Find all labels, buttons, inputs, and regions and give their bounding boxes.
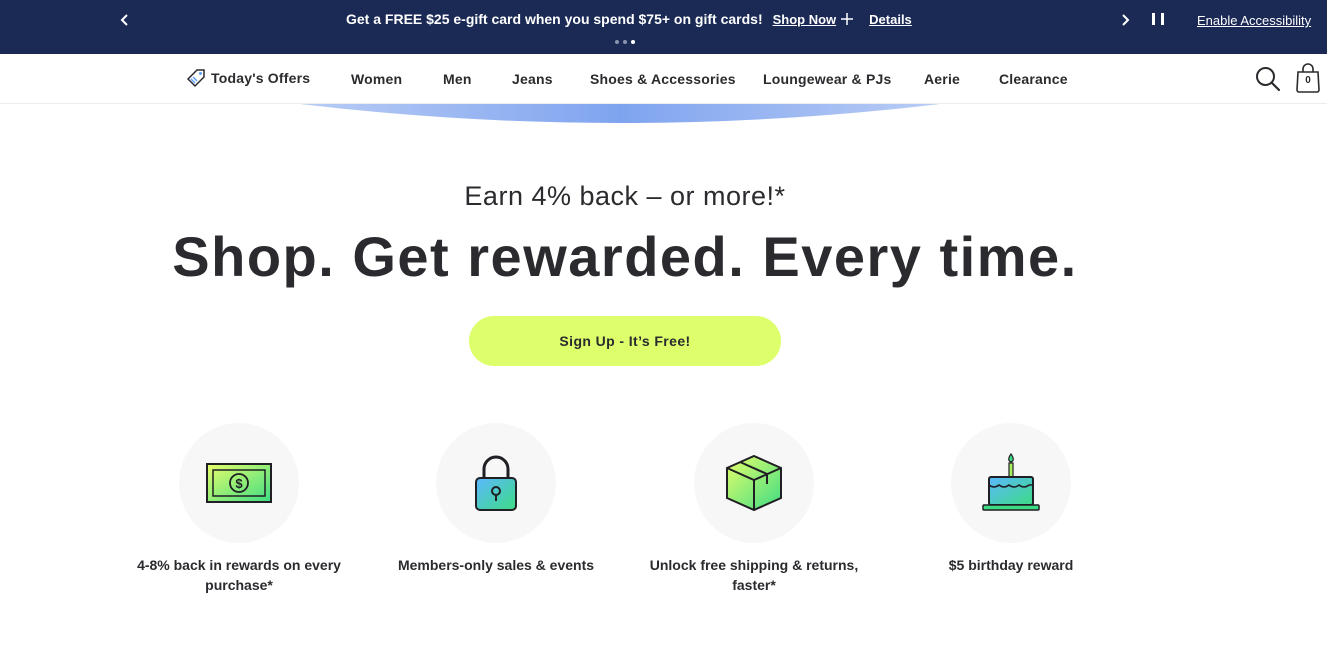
chevron-right-icon bbox=[1122, 14, 1130, 26]
nav-item-men[interactable]: Men bbox=[443, 71, 472, 87]
nav-item-jeans[interactable]: Jeans bbox=[512, 71, 553, 87]
birthday-cake-icon bbox=[982, 452, 1040, 511]
promo-banner: Get a FREE $25 e-gift card when you spen… bbox=[0, 0, 1327, 54]
lock-icon bbox=[475, 455, 517, 511]
shopping-bag-button[interactable]: 0 bbox=[1295, 63, 1321, 93]
benefit-label: 4-8% back in rewards on every purchase* bbox=[137, 557, 341, 593]
shop-now-link[interactable]: Shop Now bbox=[773, 12, 837, 27]
promo-message: Get a FREE $25 e-gift card when you spen… bbox=[346, 11, 763, 27]
benefit-label: Members-only sales & events bbox=[397, 557, 595, 573]
benefit-label: Unlock free shipping & returns, faster* bbox=[649, 557, 859, 593]
benefit-icon-circle bbox=[694, 423, 814, 543]
carousel-dot[interactable] bbox=[623, 40, 627, 44]
cash-icon: $ bbox=[206, 463, 272, 503]
main-nav: Today's Offers Women Men Jeans Shoes & A… bbox=[0, 54, 1327, 104]
benefit-icon-circle: $ bbox=[179, 423, 299, 543]
chevron-left-icon bbox=[120, 14, 128, 26]
nav-item-aerie[interactable]: Aerie bbox=[924, 71, 960, 87]
next-promo-button[interactable] bbox=[1115, 10, 1135, 30]
carousel-dots bbox=[615, 40, 635, 44]
nav-item-clearance[interactable]: Clearance bbox=[999, 71, 1068, 87]
carousel-dot-active[interactable] bbox=[631, 40, 635, 44]
svg-text:$: $ bbox=[235, 476, 243, 491]
benefit-members-only: Members-only sales & events bbox=[376, 423, 616, 575]
plus-icon[interactable] bbox=[841, 13, 854, 25]
benefit-icon-circle bbox=[436, 423, 556, 543]
nav-item-todays-offers[interactable]: Today's Offers bbox=[186, 68, 310, 88]
nav-item-loungewear-pjs[interactable]: Loungewear & PJs bbox=[763, 71, 891, 87]
hero-headline: Shop. Get rewarded. Every time. bbox=[172, 225, 1078, 288]
enable-accessibility-link[interactable]: Enable Accessibility bbox=[1197, 13, 1311, 28]
details-link[interactable]: Details bbox=[869, 12, 912, 27]
benefit-birthday: $5 birthday reward bbox=[891, 423, 1131, 575]
search-icon[interactable] bbox=[1255, 66, 1281, 92]
bag-count: 0 bbox=[1305, 75, 1311, 86]
benefit-icon-circle bbox=[951, 423, 1071, 543]
pause-icon[interactable] bbox=[1152, 13, 1164, 27]
prev-promo-button[interactable] bbox=[115, 10, 135, 30]
decorative-arc bbox=[300, 104, 940, 123]
nav-item-women[interactable]: Women bbox=[351, 71, 402, 87]
benefit-rewards: $ 4-8% back in rewards on every purchase… bbox=[119, 423, 359, 595]
carousel-dot[interactable] bbox=[615, 40, 619, 44]
benefit-free-shipping: Unlock free shipping & returns, faster* bbox=[634, 423, 874, 595]
tag-icon bbox=[186, 69, 205, 88]
box-icon bbox=[726, 454, 782, 512]
hero-kicker: Earn 4% back – or more!* bbox=[464, 181, 786, 211]
sign-up-button[interactable]: Sign Up - It’s Free! bbox=[469, 316, 781, 366]
promo-message-row: Get a FREE $25 e-gift card when you spen… bbox=[346, 11, 912, 27]
nav-label-todays-offers: Today's Offers bbox=[211, 70, 311, 86]
benefit-label: $5 birthday reward bbox=[948, 557, 1074, 573]
nav-item-shoes-accessories[interactable]: Shoes & Accessories bbox=[590, 71, 736, 87]
